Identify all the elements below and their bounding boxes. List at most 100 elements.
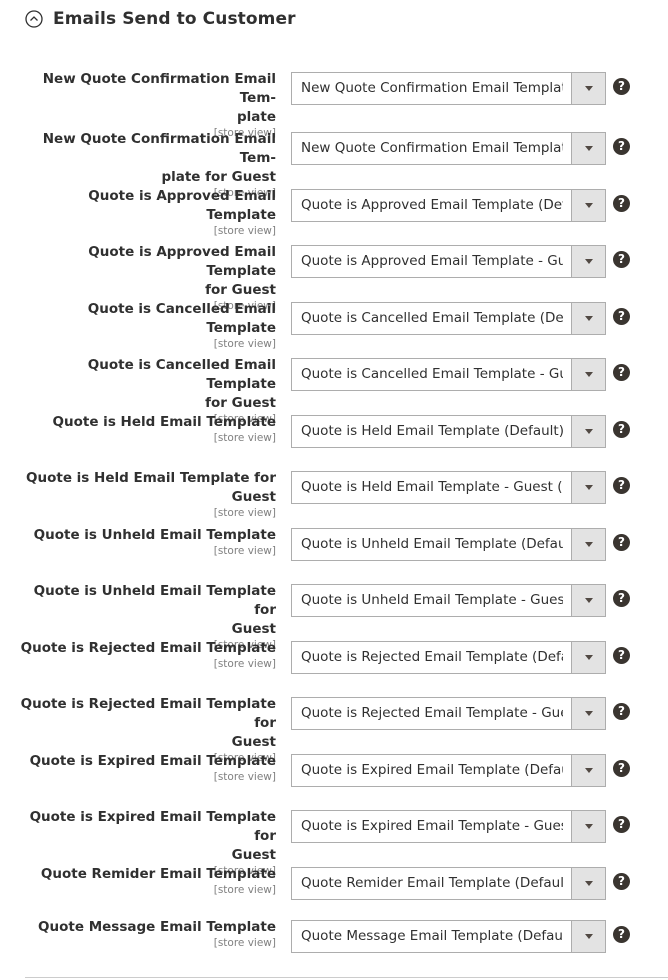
section-divider: [25, 977, 668, 978]
dropdown-button[interactable]: [571, 921, 605, 952]
caret-down-icon: [584, 542, 593, 547]
template-select[interactable]: New Quote Confirmation Email Template (D…: [291, 72, 606, 105]
help-icon[interactable]: ?: [613, 364, 630, 381]
select-value: New Quote Confirmation Email Template (D…: [301, 80, 563, 96]
caret-down-icon: [584, 711, 593, 716]
template-select[interactable]: Quote is Rejected Email Template (Defaul…: [291, 641, 606, 674]
select-value: Quote is Rejected Email Template (Defaul…: [301, 649, 563, 665]
template-select[interactable]: Quote is Expired Email Template (Default…: [291, 754, 606, 787]
dropdown-button[interactable]: [571, 642, 605, 673]
caret-down-icon: [584, 768, 593, 773]
select-value: Quote is Cancelled Email Template - Gues…: [301, 366, 563, 382]
dropdown-button[interactable]: [571, 811, 605, 842]
template-select[interactable]: Quote is Held Email Template - Guest (De…: [291, 471, 606, 504]
help-icon[interactable]: ?: [613, 78, 630, 95]
scope-label: [store view]: [213, 937, 276, 949]
field-label-line: Guest: [231, 734, 276, 750]
section-header[interactable]: Emails Send to Customer: [25, 6, 296, 32]
scope-label: [store view]: [213, 658, 276, 670]
field-label: Quote Message Email Template [store view]: [18, 918, 276, 949]
help-icon[interactable]: ?: [613, 647, 630, 664]
caret-down-icon: [584, 316, 593, 321]
dropdown-button[interactable]: [571, 755, 605, 786]
help-icon[interactable]: ?: [613, 138, 630, 155]
help-icon[interactable]: ?: [613, 421, 630, 438]
template-select[interactable]: Quote is Approved Email Template (Defaul…: [291, 189, 606, 222]
help-icon[interactable]: ?: [613, 251, 630, 268]
field-label-line: New Quote Confirmation Email Tem-: [42, 71, 276, 106]
caret-down-icon: [584, 203, 593, 208]
caret-down-icon: [584, 146, 593, 151]
dropdown-button[interactable]: [571, 190, 605, 221]
scope-label: [store view]: [213, 545, 276, 557]
template-select[interactable]: Quote is Cancelled Email Template - Gues…: [291, 358, 606, 391]
select-value: Quote is Expired Email Template - Guest …: [301, 818, 563, 834]
section-title: Emails Send to Customer: [53, 9, 296, 29]
template-select[interactable]: Quote Remider Email Template (Default): [291, 867, 606, 900]
scope-label: [store view]: [213, 884, 276, 896]
field-label-line: Quote is Cancelled Email Template: [87, 301, 276, 336]
dropdown-button[interactable]: [571, 359, 605, 390]
field-label: Quote is Held Email Template for Guest [st…: [18, 469, 276, 519]
template-select[interactable]: Quote is Unheld Email Template - Guest (…: [291, 584, 606, 617]
select-value: Quote Remider Email Template (Default): [301, 875, 563, 891]
field-label-line: Quote Message Email Template: [38, 919, 276, 935]
template-select[interactable]: New Quote Confirmation Email Template - …: [291, 132, 606, 165]
help-icon[interactable]: ?: [613, 477, 630, 494]
dropdown-button[interactable]: [571, 416, 605, 447]
template-select[interactable]: Quote is Held Email Template (Default): [291, 415, 606, 448]
field-label-line: Quote Remider Email Template: [40, 866, 276, 882]
dropdown-button[interactable]: [571, 303, 605, 334]
field-label-line: New Quote Confirmation Email Tem-: [42, 131, 276, 166]
dropdown-button[interactable]: [571, 698, 605, 729]
select-value: Quote is Rejected Email Template - Guest…: [301, 705, 563, 721]
field-label: Quote is Unheld Email Template [store vie…: [18, 526, 276, 557]
help-icon[interactable]: ?: [613, 195, 630, 212]
help-icon[interactable]: ?: [613, 760, 630, 777]
dropdown-button[interactable]: [571, 246, 605, 277]
help-icon[interactable]: ?: [613, 590, 630, 607]
circle-chevron-up-icon[interactable]: [25, 10, 43, 28]
caret-down-icon: [584, 881, 593, 886]
field-label-line: Quote is Unheld Email Template: [33, 527, 276, 543]
template-select[interactable]: Quote is Rejected Email Template - Guest…: [291, 697, 606, 730]
help-icon[interactable]: ?: [613, 534, 630, 551]
field-label-line: Quote is Expired Email Template: [29, 753, 276, 769]
template-select[interactable]: Quote Message Email Template (Default): [291, 920, 606, 953]
field-label-line: Quote is Held Email Template: [52, 414, 276, 430]
template-select[interactable]: Quote is Approved Email Template - Guest…: [291, 245, 606, 278]
help-icon[interactable]: ?: [613, 703, 630, 720]
dropdown-button[interactable]: [571, 133, 605, 164]
help-icon[interactable]: ?: [613, 308, 630, 325]
select-value: Quote is Held Email Template - Guest (De…: [301, 479, 563, 495]
help-icon[interactable]: ?: [613, 873, 630, 890]
field-label-line: Quote is Unheld Email Template for: [33, 583, 276, 618]
scope-label: [store view]: [213, 338, 276, 350]
caret-down-icon: [584, 86, 593, 91]
select-value: Quote is Unheld Email Template - Guest (…: [301, 592, 563, 608]
select-value: Quote is Cancelled Email Template (Defau…: [301, 310, 563, 326]
caret-down-icon: [584, 598, 593, 603]
field-label-line: Quote is Cancelled Email Template: [87, 357, 276, 392]
template-select[interactable]: Quote is Expired Email Template - Guest …: [291, 810, 606, 843]
field-label-line: Quote is Expired Email Template for: [29, 809, 276, 844]
select-value: Quote is Unheld Email Template (Default): [301, 536, 563, 552]
field-label-line: Guest: [231, 489, 276, 505]
dropdown-button[interactable]: [571, 472, 605, 503]
template-select[interactable]: Quote is Cancelled Email Template (Defau…: [291, 302, 606, 335]
dropdown-button[interactable]: [571, 868, 605, 899]
caret-down-icon: [584, 372, 593, 377]
help-icon[interactable]: ?: [613, 926, 630, 943]
template-select[interactable]: Quote is Unheld Email Template (Default): [291, 528, 606, 561]
scope-label: [store view]: [213, 507, 276, 519]
select-value: Quote Message Email Template (Default): [301, 928, 563, 944]
dropdown-button[interactable]: [571, 529, 605, 560]
field-label-line: Quote is Rejected Email Template for: [20, 696, 276, 731]
dropdown-button[interactable]: [571, 585, 605, 616]
help-icon[interactable]: ?: [613, 816, 630, 833]
scope-label: [store view]: [213, 771, 276, 783]
dropdown-button[interactable]: [571, 73, 605, 104]
scope-label: [store view]: [213, 432, 276, 444]
caret-down-icon: [584, 934, 593, 939]
field-label-line: plate: [236, 109, 276, 125]
